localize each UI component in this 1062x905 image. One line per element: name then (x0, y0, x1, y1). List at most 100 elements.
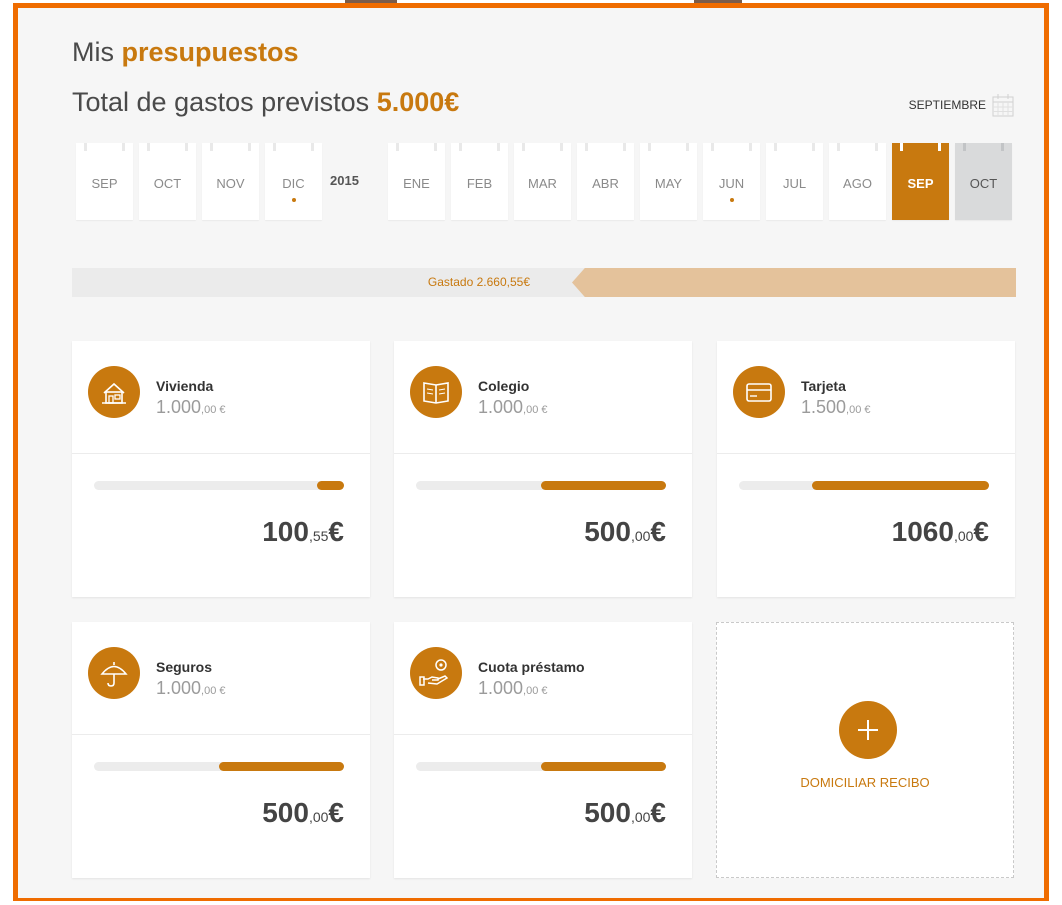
total-expected-label: Total de gastos previstos (72, 87, 370, 117)
calendar-ring (122, 143, 125, 151)
budget-card-tarjeta[interactable]: Tarjeta 1.500,00 € 1060,00€ (717, 341, 1015, 597)
month-label: DIC (282, 176, 305, 191)
month-may[interactable]: MAY (640, 143, 697, 220)
category-progress-fill (219, 762, 344, 771)
calendar-ring (585, 143, 588, 151)
month-sep[interactable]: SEP (76, 143, 133, 220)
category-name: Cuota préstamo (478, 659, 585, 675)
budget-card-header: Colegio 1.000,00 € (394, 341, 692, 454)
budget-decimal: ,00 € (523, 404, 548, 416)
month-feb[interactable]: FEB (451, 143, 508, 220)
category-budget: 1.000,00 € (478, 678, 548, 699)
has-payment-dot (730, 198, 734, 202)
month-label: ABR (592, 176, 619, 191)
month-nov[interactable]: NOV (202, 143, 259, 220)
category-name: Vivienda (156, 378, 214, 394)
category-icon-circle (410, 647, 462, 699)
calendar-ring (560, 143, 563, 151)
calendar-ring (749, 143, 752, 151)
spent-label: Gastado 2.660,55€ (427, 275, 530, 289)
add-button[interactable] (839, 701, 897, 759)
year-label: 2015 (330, 173, 359, 188)
category-progress-fill (541, 481, 666, 490)
calendar-ring (210, 143, 213, 151)
month-label: SEP (91, 176, 118, 191)
month-selector[interactable]: SEPTIEMBRE (909, 93, 1014, 117)
add-direct-debit-label[interactable]: DOMICILIAR RECIBO (717, 775, 1013, 790)
category-budget: 1.000,00 € (478, 397, 548, 418)
calendar-ring (1001, 143, 1004, 151)
spent-decimal: ,00 (630, 528, 651, 544)
budget-decimal: ,00 € (201, 685, 226, 697)
calendar-ring (963, 143, 966, 151)
book-icon (423, 382, 449, 404)
calendar-icon[interactable] (992, 93, 1014, 117)
has-payment-dot (292, 198, 296, 202)
month-ago[interactable]: AGO (829, 143, 886, 220)
budget-integer: 1.000 (156, 678, 202, 698)
category-progress-fill (541, 762, 666, 771)
page-title-accent: presupuestos (121, 37, 299, 67)
budget-decimal: ,00 € (523, 685, 548, 697)
month-oct[interactable]: OCT (955, 143, 1012, 220)
budget-integer: 1.000 (156, 397, 202, 417)
budget-card-seguros[interactable]: Seguros 1.000,00 €500,00€ (72, 622, 370, 878)
spent-currency: € (328, 797, 344, 828)
calendar-ring (648, 143, 651, 151)
category-spent-amount: 500,00€ (584, 797, 666, 829)
add-direct-debit-card[interactable]: DOMICILIAR RECIBO (716, 622, 1014, 878)
credit-card-icon (746, 383, 772, 402)
spent-decimal: ,00 (953, 528, 974, 544)
budget-card-header: Vivienda 1.000,00 € (72, 341, 370, 454)
budget-card-colegio[interactable]: Colegio 1.000,00 € 500,00€ (394, 341, 692, 597)
calendar-ring (147, 143, 150, 151)
month-abr[interactable]: ABR (577, 143, 634, 220)
budget-integer: 1.500 (801, 397, 847, 417)
month-jun[interactable]: JUN (703, 143, 760, 220)
month-oct[interactable]: OCT (139, 143, 196, 220)
calendar-ring (434, 143, 437, 151)
budget-card-vivienda[interactable]: Vivienda 1.000,00 € 100,55€ (72, 341, 370, 597)
spent-decimal: ,55 (308, 528, 329, 544)
category-progress-track (739, 481, 989, 490)
calendar-ring (900, 143, 903, 151)
total-expected: Total de gastos previstos 5.000€ (72, 87, 459, 118)
spent-progress-fill (572, 268, 1016, 297)
calendar-ring (623, 143, 626, 151)
page-title: Mis presupuestos (72, 37, 299, 68)
calendar-ring (248, 143, 251, 151)
category-icon-circle (88, 647, 140, 699)
category-spent-amount: 1060,00€ (892, 516, 989, 548)
month-selector-label[interactable]: SEPTIEMBRE (909, 98, 986, 112)
calendar-ring (875, 143, 878, 151)
spent-currency: € (650, 516, 666, 547)
spent-integer: 100 (262, 516, 309, 547)
spent-decimal: ,00 (630, 809, 651, 825)
category-spent-amount: 100,55€ (262, 516, 344, 548)
category-icon-circle (410, 366, 462, 418)
spent-currency: € (650, 797, 666, 828)
month-mar[interactable]: MAR (514, 143, 571, 220)
spent-decimal: ,00 (308, 809, 329, 825)
calendar-ring (837, 143, 840, 151)
category-progress-fill (811, 481, 989, 490)
umbrella-icon (100, 662, 128, 687)
month-ene[interactable]: ENE (388, 143, 445, 220)
month-dic[interactable]: DIC (265, 143, 322, 220)
calendar-ring (812, 143, 815, 151)
calendar-ring (711, 143, 714, 151)
month-sep[interactable]: SEP (892, 143, 949, 220)
budget-card-cuota-préstamo[interactable]: Cuota préstamo 1.000,00 € 500,00€ (394, 622, 692, 878)
month-label: SEP (907, 176, 934, 191)
month-label: NOV (216, 176, 245, 191)
month-label: FEB (466, 176, 493, 191)
spent-integer: 500 (584, 516, 631, 547)
spent-integer: 500 (584, 797, 631, 828)
category-budget: 1.000,00 € (156, 678, 226, 699)
budget-card-header: Tarjeta 1.500,00 € (717, 341, 1015, 454)
month-jul[interactable]: JUL (766, 143, 823, 220)
month-label: JUN (718, 176, 745, 191)
spent-currency: € (973, 516, 989, 547)
month-timeline: 2015 SEP OCT NOV DIC ENE FEB MAR ABR MAY JUN JUL AG… (76, 143, 1016, 220)
month-label: AGO (843, 176, 872, 191)
